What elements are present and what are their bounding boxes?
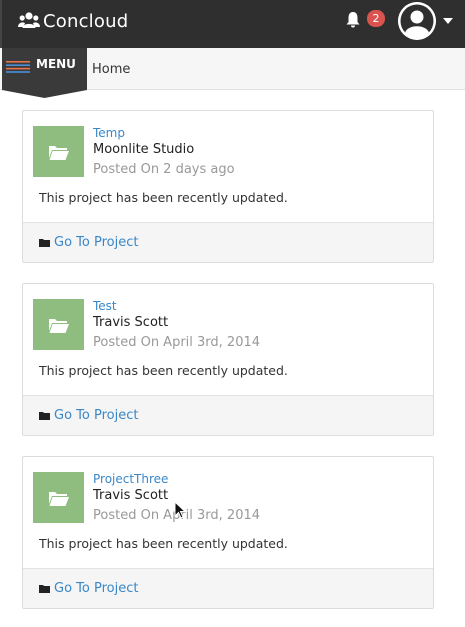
go-to-project-link[interactable]: Go To Project <box>54 581 138 596</box>
folder-icon <box>39 239 50 247</box>
menu-toggle-button[interactable]: MENU <box>2 48 87 98</box>
brand-name: Concloud <box>43 10 129 32</box>
caret-down-icon[interactable] <box>443 18 453 24</box>
user-avatar-icon[interactable] <box>398 2 436 40</box>
project-card: Temp Moonlite Studio Posted On 2 days ag… <box>22 110 434 263</box>
menu-lines-icon <box>6 61 30 73</box>
project-card-footer: Go To Project <box>23 568 433 608</box>
breadcrumb-home[interactable]: Home <box>92 62 130 77</box>
bell-icon[interactable] <box>345 11 361 29</box>
project-owner: Travis Scott <box>93 315 169 330</box>
project-card: ProjectThree Travis Scott Posted On Apri… <box>22 456 434 609</box>
menu-label: MENU <box>36 57 76 71</box>
users-icon <box>18 12 40 28</box>
project-owner: Moonlite Studio <box>93 142 195 157</box>
project-name-link[interactable]: Test <box>93 299 117 313</box>
folder-open-icon <box>48 491 69 506</box>
project-description: This project has been recently updated. <box>39 190 288 205</box>
project-name-link[interactable]: Temp <box>93 126 125 140</box>
project-card-footer: Go To Project <box>23 222 433 262</box>
project-thumbnail[interactable] <box>33 299 84 350</box>
top-navbar: Concloud 2 <box>0 0 465 48</box>
project-card-footer: Go To Project <box>23 395 433 435</box>
project-description: This project has been recently updated. <box>39 536 288 551</box>
project-owner: Travis Scott <box>93 488 169 503</box>
notification-badge[interactable]: 2 <box>367 10 385 27</box>
go-to-project-link[interactable]: Go To Project <box>54 235 138 250</box>
project-posted-date: Posted On April 3rd, 2014 <box>93 335 261 350</box>
folder-open-icon <box>48 145 69 160</box>
mouse-cursor-icon <box>174 501 186 519</box>
project-name-link[interactable]: ProjectThree <box>93 472 168 486</box>
go-to-project-link[interactable]: Go To Project <box>54 408 138 423</box>
project-description: This project has been recently updated. <box>39 363 288 378</box>
project-posted-date: Posted On 2 days ago <box>93 162 235 177</box>
project-thumbnail[interactable] <box>33 472 84 523</box>
folder-open-icon <box>48 318 69 333</box>
folder-icon <box>39 412 50 420</box>
project-thumbnail[interactable] <box>33 126 84 177</box>
folder-icon <box>39 585 50 593</box>
brand-link[interactable]: Concloud <box>18 9 128 33</box>
project-card: Test Travis Scott Posted On April 3rd, 2… <box>22 283 434 436</box>
